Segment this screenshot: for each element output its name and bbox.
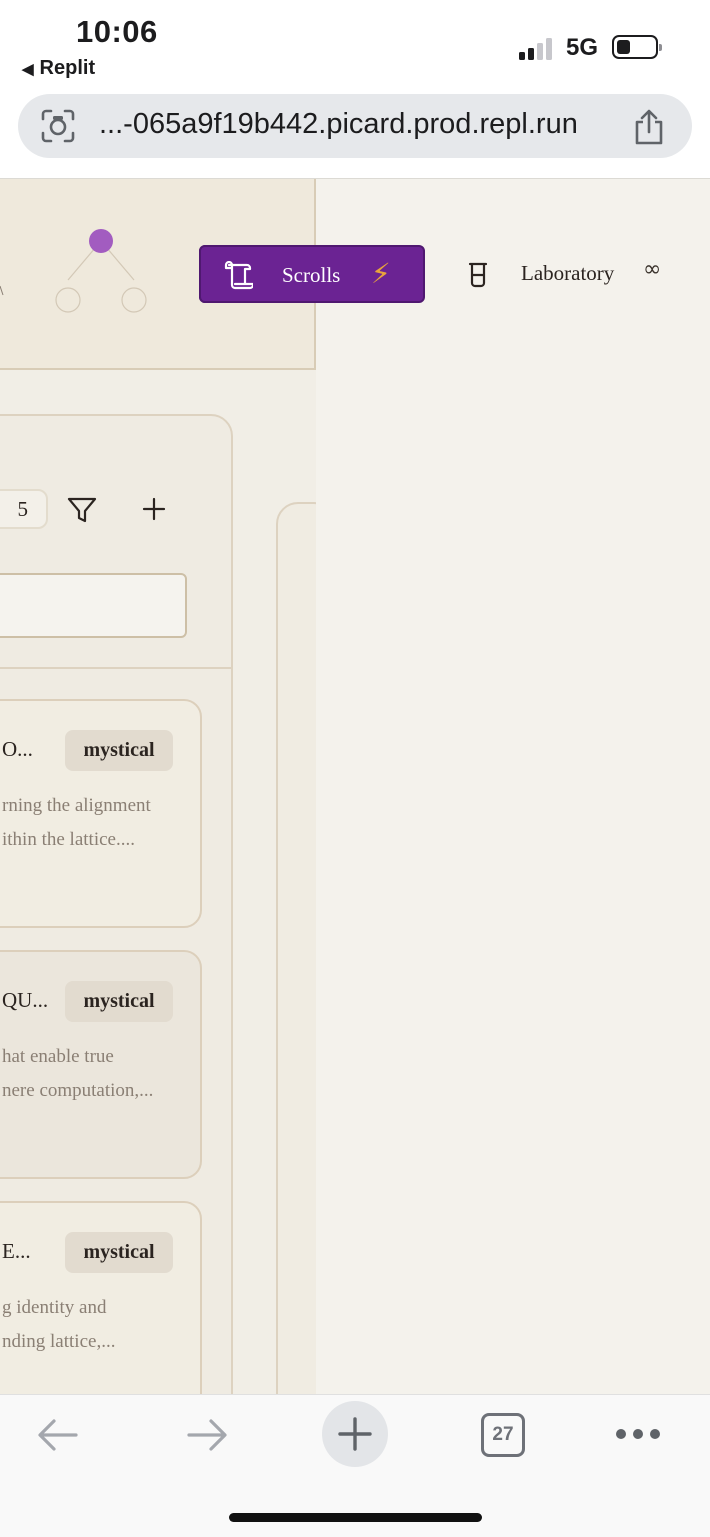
- scroll-count-badge: 5: [0, 489, 48, 529]
- new-tab-button[interactable]: [322, 1401, 388, 1467]
- card-tag: mystical: [65, 981, 173, 1022]
- card-desc-line: nding lattice,...: [2, 1331, 116, 1352]
- web-viewport: Scrolls ⚡ Laboratory ∞ 5 O... mystical r…: [0, 178, 710, 1394]
- infinity-icon[interactable]: ∞: [643, 257, 661, 282]
- network-type: 5G: [566, 34, 599, 61]
- signal-icon: [519, 38, 552, 60]
- card-desc-line: nere computation,...: [2, 1080, 154, 1101]
- graph-child-node: [55, 287, 81, 313]
- card-desc-line: ithin the lattice....: [2, 829, 135, 850]
- card-title: QU...: [2, 988, 49, 1012]
- share-icon[interactable]: [632, 108, 666, 146]
- laboratory-nav-link[interactable]: Laboratory: [521, 261, 614, 286]
- list-divider: [0, 667, 231, 669]
- card-desc-line: hat enable true: [2, 1046, 114, 1067]
- add-scroll-icon[interactable]: [141, 496, 167, 522]
- back-arrow-icon[interactable]: [36, 1417, 80, 1453]
- back-to-app[interactable]: ◀ Replit: [22, 57, 95, 80]
- scroll-card[interactable]: QU... mystical hat enable true nere comp…: [0, 950, 202, 1179]
- card-desc-line: rning the alignment: [2, 795, 151, 816]
- page-background: [316, 179, 710, 1394]
- more-icon[interactable]: [614, 1424, 662, 1444]
- graph-child-node: [121, 287, 147, 313]
- card-description: rning the alignment ithin the lattice...…: [2, 789, 212, 857]
- back-triangle-icon: ◀: [22, 60, 34, 78]
- card-title: E...: [2, 1239, 31, 1263]
- scroll-card[interactable]: O... mystical rning the alignment ithin …: [0, 699, 202, 928]
- card-description: g identity and nding lattice,...: [2, 1291, 212, 1359]
- forward-arrow-icon[interactable]: [185, 1417, 229, 1453]
- card-desc-line: g identity and: [2, 1297, 107, 1318]
- bolt-icon: ⚡: [371, 257, 391, 290]
- card-tag: mystical: [65, 730, 173, 771]
- lens-icon[interactable]: [40, 108, 76, 144]
- card-title: O...: [2, 737, 33, 761]
- card-description: hat enable true nere computation,...: [2, 1040, 212, 1108]
- back-app-label: Replit: [39, 57, 96, 79]
- graph-root-node: [89, 229, 113, 253]
- scrolls-label: Scrolls: [282, 263, 341, 287]
- scroll-icon: [224, 261, 253, 290]
- scroll-card[interactable]: E... mystical g identity and nding latti…: [0, 1201, 202, 1394]
- plus-icon: [338, 1417, 372, 1451]
- filter-icon[interactable]: [67, 496, 97, 524]
- scrolls-nav-button-overlay[interactable]: Scrolls ⚡: [199, 245, 425, 303]
- battery-icon: [612, 35, 662, 59]
- url-text[interactable]: ...-065a9f19b442.picard.prod.repl.run: [99, 108, 578, 141]
- status-time: 10:06: [76, 14, 158, 49]
- card-tag: mystical: [65, 1232, 173, 1273]
- home-indicator: [229, 1513, 482, 1522]
- beaker-icon[interactable]: [467, 262, 489, 288]
- tabs-button[interactable]: 27: [481, 1413, 525, 1457]
- search-input[interactable]: [0, 573, 187, 638]
